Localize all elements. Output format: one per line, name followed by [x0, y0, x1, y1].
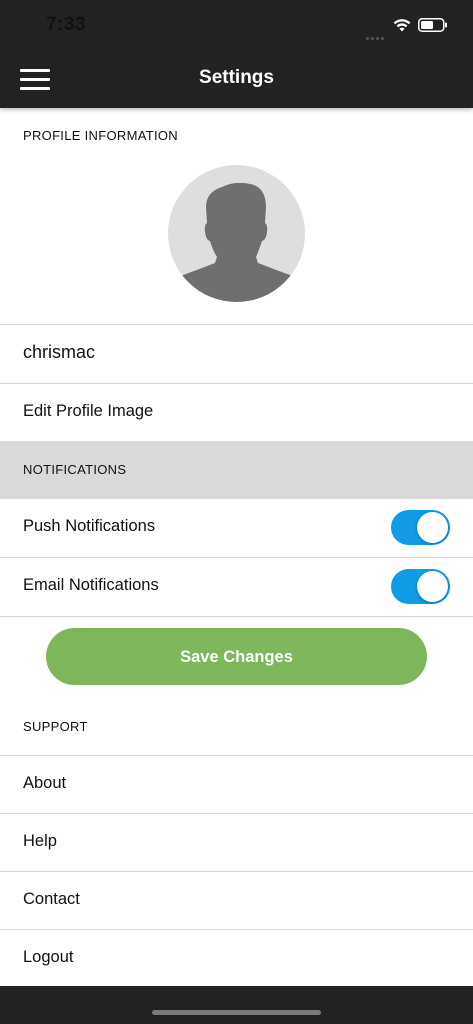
toggle-knob: [417, 512, 448, 543]
edit-profile-image-label: Edit Profile Image: [23, 402, 154, 420]
push-notifications-toggle[interactable]: [391, 510, 450, 545]
bottom-bar: [0, 986, 473, 1024]
profile-section-label: PROFILE INFORMATION: [23, 128, 178, 143]
email-notifications-row: Email Notifications: [0, 557, 473, 615]
page-title: Settings: [199, 67, 274, 88]
toggle-knob: [417, 571, 448, 602]
profile-section-header: PROFILE INFORMATION: [0, 108, 473, 166]
support-item-logout[interactable]: Logout: [0, 929, 473, 986]
email-notifications-toggle[interactable]: [391, 569, 450, 604]
edit-profile-image-row[interactable]: Edit Profile Image: [0, 383, 473, 441]
save-changes-button[interactable]: Save Changes: [46, 628, 427, 685]
support-section-header: SUPPORT: [0, 697, 473, 755]
help-label: Help: [23, 832, 57, 850]
status-bar: 7:33: [0, 0, 473, 52]
home-indicator[interactable]: [152, 1010, 321, 1015]
about-label: About: [23, 774, 67, 792]
username-row[interactable]: chrismac: [0, 324, 473, 382]
person-silhouette-icon: [168, 182, 305, 302]
push-notifications-label: Push Notifications: [23, 517, 156, 535]
support-item-about[interactable]: About: [0, 755, 473, 813]
notifications-section-label: NOTIFICATIONS: [23, 462, 127, 477]
logout-label: Logout: [23, 948, 74, 966]
profile-avatar[interactable]: [168, 165, 305, 302]
settings-screen: 7:33 Settings PROFILE INFORMATION chrism…: [0, 0, 473, 1024]
navigation-bar: Settings: [0, 52, 473, 108]
support-item-help[interactable]: Help: [0, 813, 473, 871]
divider: [0, 616, 473, 617]
email-notifications-label: Email Notifications: [23, 576, 159, 594]
push-notifications-row: Push Notifications: [0, 499, 473, 557]
status-time: 7:33: [46, 14, 87, 35]
cellular-signal-icon: [366, 27, 388, 40]
battery-icon: [418, 18, 447, 32]
support-item-contact[interactable]: Contact: [0, 871, 473, 929]
wifi-icon: [393, 19, 411, 32]
notifications-section-header: NOTIFICATIONS: [0, 441, 473, 499]
contact-label: Contact: [23, 890, 80, 908]
username-text: chrismac: [23, 342, 96, 362]
support-section-label: SUPPORT: [23, 719, 88, 734]
